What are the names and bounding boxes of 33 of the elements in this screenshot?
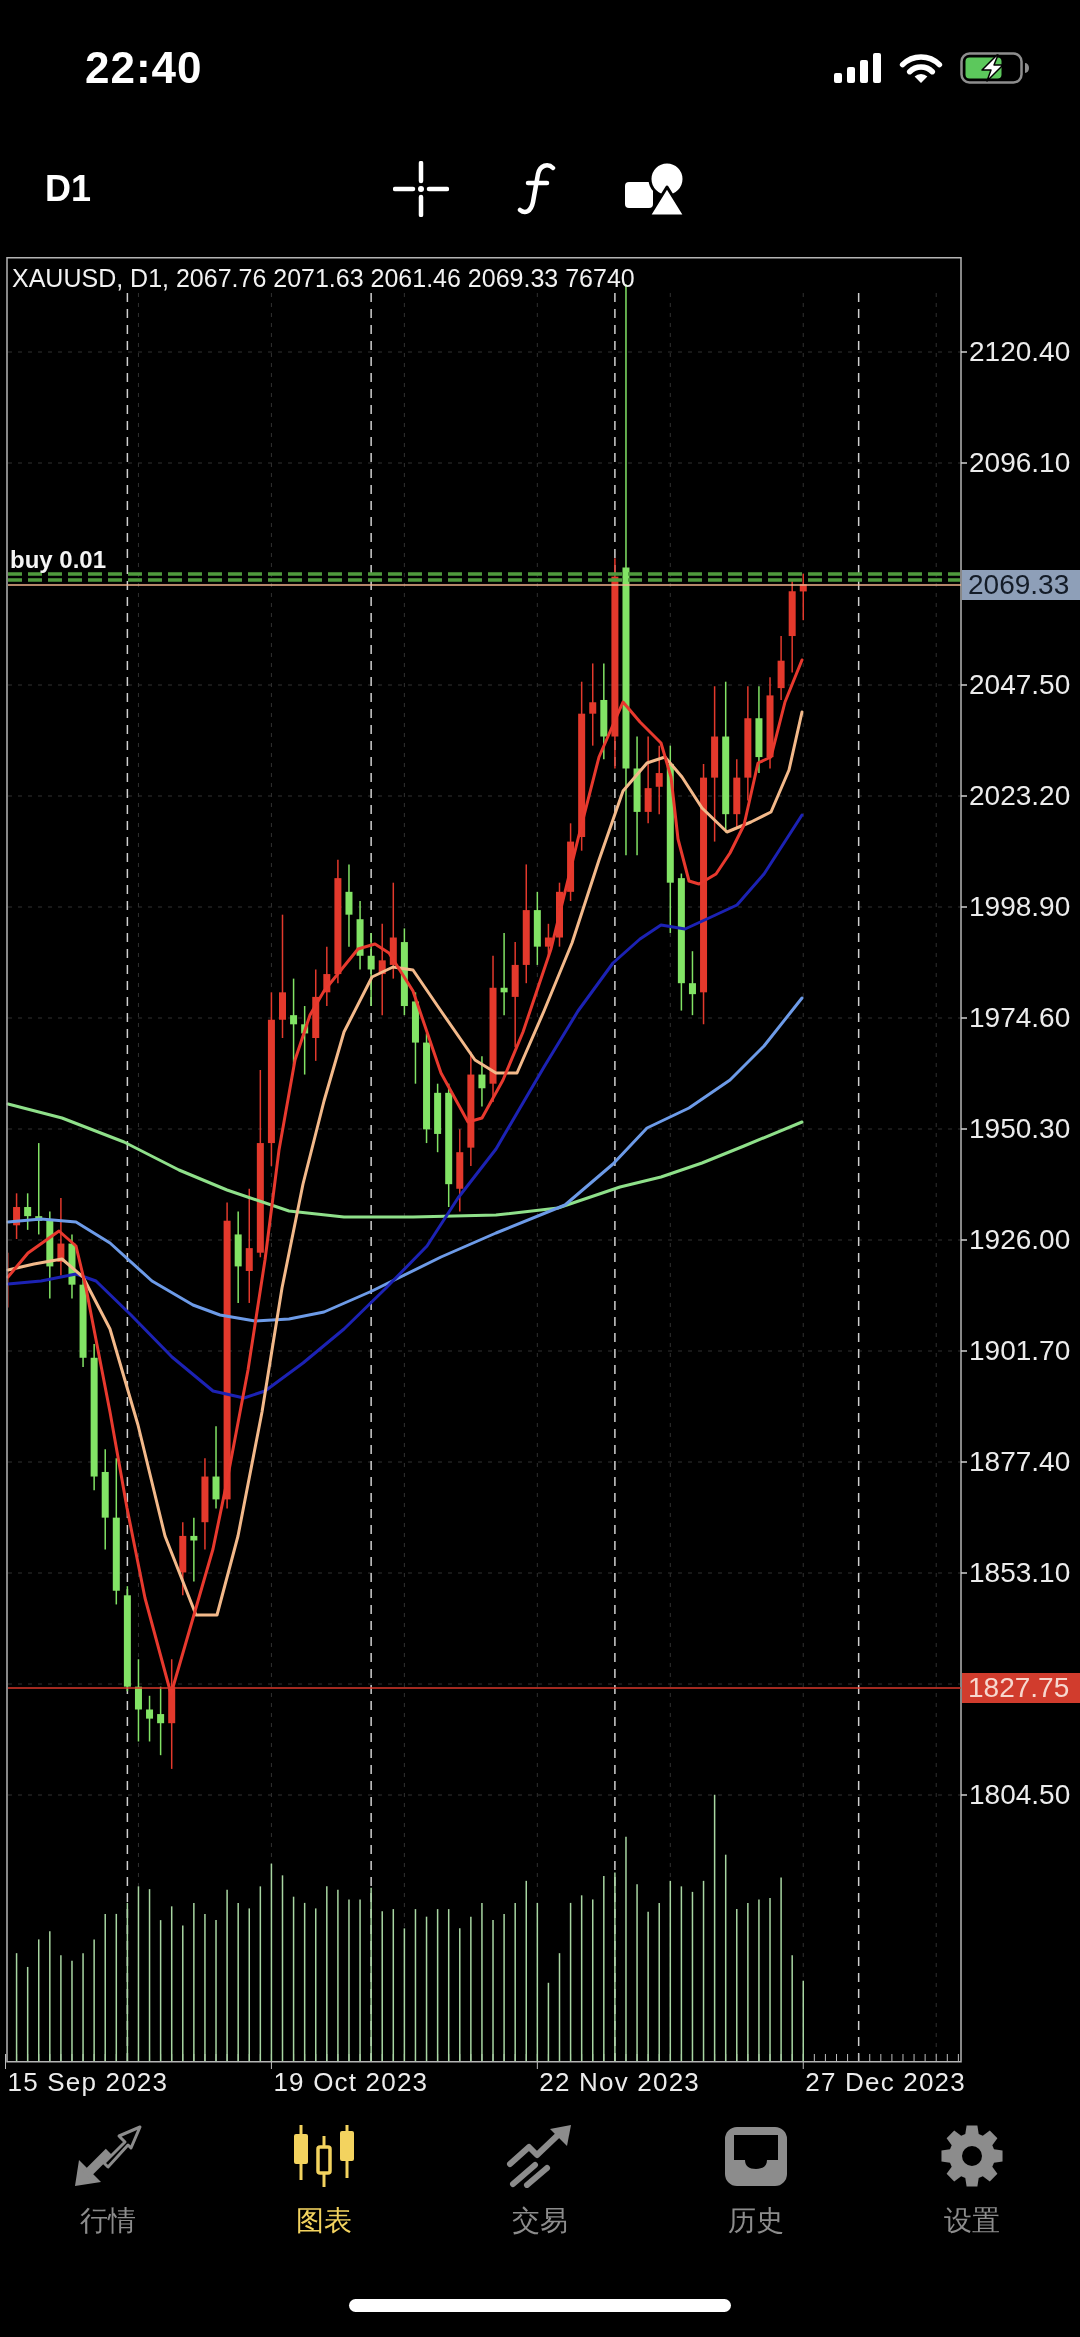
price-axis-label: 1853.10 xyxy=(969,1557,1071,1589)
nav-tab[interactable]: 设置 xyxy=(864,2124,1080,2236)
wifi-icon xyxy=(898,52,944,84)
price-axis-label: 1926.00 xyxy=(969,1224,1071,1256)
battery-icon xyxy=(960,52,1030,84)
nav-tab[interactable]: 图表 xyxy=(216,2124,432,2236)
price-axis-label: 1901.70 xyxy=(969,1335,1071,1367)
price-axis-label: 1877.40 xyxy=(969,1446,1071,1478)
price-axis-label: 2120.40 xyxy=(969,336,1071,368)
price-axis-label: 1998.90 xyxy=(969,891,1071,923)
price-axis-label: 2047.50 xyxy=(969,669,1071,701)
nav-tab[interactable]: 历史 xyxy=(648,2124,864,2236)
current-price-tag: 2069.33 xyxy=(962,570,1080,600)
status-time: 22:40 xyxy=(85,43,203,93)
nav-tab[interactable]: 行情 xyxy=(0,2124,216,2236)
price-axis-label: 2023.20 xyxy=(969,780,1071,812)
price-axis-label: 1804.50 xyxy=(969,1779,1071,1811)
date-axis-label: 19 Oct 2023 xyxy=(273,2067,429,2097)
price-axis-label: 2096.10 xyxy=(969,447,1071,479)
date-axis-label: 15 Sep 2023 xyxy=(7,2067,169,2097)
crosshair-icon[interactable] xyxy=(393,161,450,217)
price-axis-label: 1950.30 xyxy=(969,1113,1071,1145)
date-axis-label: 27 Dec 2023 xyxy=(805,2067,966,2097)
order-label: buy 0.01 xyxy=(10,547,107,573)
signal-icon xyxy=(834,53,882,83)
double-arrow-icon xyxy=(73,2124,143,2188)
timeframe-button[interactable]: D1 xyxy=(45,169,92,209)
nav-tab[interactable]: 交易 xyxy=(432,2124,648,2236)
date-axis-label: 22 Nov 2023 xyxy=(539,2067,700,2097)
price-axis-label: 1974.60 xyxy=(969,1002,1071,1034)
alert-price-tag: 1827.75 xyxy=(962,1673,1080,1703)
symbol-info: XAUUSD, D1, 2067.76 2071.63 2061.46 2069.33 76740 xyxy=(12,264,635,292)
function-icon[interactable] xyxy=(517,162,558,216)
